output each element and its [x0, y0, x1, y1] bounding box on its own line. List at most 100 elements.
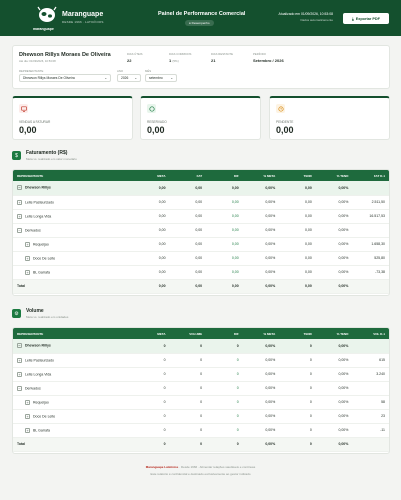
- expand-icon[interactable]: +: [17, 199, 22, 205]
- expand-icon[interactable]: +: [17, 371, 22, 377]
- row-label: BL Garrafa: [33, 427, 50, 432]
- faturamento-col-header: % TEND: [315, 170, 353, 181]
- table-cell: 0: [133, 395, 170, 410]
- row-label: BL Garrafa: [33, 269, 50, 274]
- table-cell: 0,00%: [315, 409, 353, 424]
- table-cell: 0: [169, 353, 207, 368]
- table-cell: 0: [169, 423, 207, 438]
- expand-icon[interactable]: +: [25, 241, 30, 247]
- table-row[interactable]: − Derivados 0 0 0 0,00% 0 0,00%: [13, 381, 389, 396]
- table-cell: 525,80: [352, 251, 389, 266]
- table-cell: 0,00: [169, 279, 207, 294]
- table-cell: -11: [352, 423, 389, 438]
- row-label-cell: + Doce De Leite: [13, 251, 133, 266]
- row-label-cell: − Dhewson Rillys: [13, 339, 133, 354]
- export-pdf-button[interactable]: ⤓ Exportar PDF: [343, 13, 389, 24]
- row-label: Derivados: [25, 385, 41, 390]
- table-cell: 0: [133, 367, 170, 382]
- volume-icon: ⚙: [12, 309, 21, 318]
- faturamento-col-header: REPRESENTANTE: [13, 170, 133, 181]
- rep-select[interactable]: Dhewson Rillys Moraes De Oliveira ⌄: [19, 74, 111, 82]
- table-row[interactable]: + BL Garrafa 0,00 0,00 0,00 0,00% 0,00 0,00% -73…: [13, 265, 389, 280]
- table-cell: 0,00%: [315, 237, 353, 252]
- table-cell: 0: [169, 367, 207, 382]
- row-label-cell: + Leite Pasteurizado: [13, 195, 133, 210]
- row-label: Derivados: [25, 227, 41, 232]
- ano-select-value: 2026: [121, 76, 129, 80]
- table-row[interactable]: − Derivados 0,00 0,00 0,00 0,00% 0,00 0,00%: [13, 223, 389, 238]
- periodo-label: PERÍODO: [253, 52, 266, 56]
- expand-icon[interactable]: +: [25, 427, 30, 433]
- table-cell: 0,00: [206, 209, 243, 224]
- dias-corridos-label: DIAS CORRIDOS: [169, 52, 192, 56]
- table-cell: 2.511,50: [352, 195, 389, 210]
- rep-select-value: Dhewson Rillys Moraes De Oliveira: [23, 76, 75, 80]
- collapse-icon[interactable]: −: [17, 227, 22, 233]
- chevron-down-icon: ⌄: [170, 76, 173, 80]
- table-cell: 0: [169, 395, 207, 410]
- table-cell: 16.517,53: [352, 209, 389, 224]
- collapse-icon[interactable]: −: [17, 185, 22, 191]
- table-cell: 615: [352, 353, 389, 368]
- row-label: Doce De Leite: [33, 413, 56, 418]
- table-row[interactable]: + Leite Pasteurizado 0,00 0,00 0,00 0,00% 0,00…: [13, 195, 389, 210]
- collapse-icon[interactable]: −: [17, 343, 22, 349]
- table-cell: 23: [352, 409, 389, 424]
- expand-icon[interactable]: +: [17, 213, 22, 219]
- row-label-cell: + Leite Pasteurizado: [13, 353, 133, 368]
- kpi-label: PENDENTE: [276, 120, 294, 124]
- table-row[interactable]: + BL Garrafa 0 0 0 0,00% 0 0,00% -11: [13, 423, 389, 438]
- ano-select[interactable]: 2026 ⌄: [117, 74, 141, 82]
- row-label-cell: + Leite Longa Vida: [13, 367, 133, 382]
- table-row[interactable]: − Dhewson Rillys 0,00 0,00 0,00 0,00% 0,00 0,00…: [13, 181, 389, 196]
- footer-line2: Este relatório é confidencial e destinad…: [150, 472, 251, 476]
- faturamento-col-header: TEND: [279, 170, 316, 181]
- table-cell: 0,00%: [315, 251, 353, 266]
- dias-corridos-pct: (5%): [172, 59, 179, 63]
- table-row[interactable]: − Dhewson Rillys 0 0 0 0,00% 0 0,00%: [13, 339, 389, 354]
- table-cell: 0,00%: [242, 353, 280, 368]
- table-row[interactable]: + Leite Longa Vida 0,00 0,00 0,00 0,00% 0,00 0,…: [13, 209, 389, 224]
- table-cell: 0: [206, 339, 243, 354]
- volume-col-header: TEND: [279, 328, 316, 339]
- faturamento-col-header: FAT: [169, 170, 207, 181]
- mes-filter-label: MÊS: [145, 69, 152, 73]
- table-cell: 0: [279, 395, 316, 410]
- table-cell: 0,00%: [242, 339, 280, 354]
- collapse-icon[interactable]: −: [17, 385, 22, 391]
- table-cell: [352, 381, 389, 396]
- expand-icon[interactable]: +: [25, 413, 30, 419]
- expand-icon[interactable]: +: [25, 269, 30, 275]
- dias-restantes-label: DIAS RESTANTE: [211, 52, 234, 56]
- faturamento-table-card: REPRESENTANTE META FAT DIF% META TEND% TEND F…: [12, 169, 390, 296]
- table-cell: 0: [206, 437, 243, 452]
- expand-icon[interactable]: +: [25, 255, 30, 261]
- table-cell: 0,00%: [315, 209, 353, 224]
- table-cell: 0,00: [133, 251, 170, 266]
- table-cell: 0: [206, 367, 243, 382]
- table-row[interactable]: + Leite Longa Vida 0 0 0 0,00% 0 0,00% 3.240: [13, 367, 389, 382]
- table-cell: 0: [133, 381, 170, 396]
- table-cell: 0,00: [133, 279, 170, 294]
- mes-select[interactable]: setembro ⌄: [145, 74, 177, 82]
- table-row[interactable]: + Requeijao 0 0 0 0,00% 0 0,00% 58: [13, 395, 389, 410]
- rep-date: Até dia: 01/09/2026, 10:53:08: [19, 59, 56, 63]
- volume-col-header: DIF: [206, 328, 243, 339]
- table-cell: 0,00%: [315, 265, 353, 280]
- expand-icon[interactable]: +: [25, 399, 30, 405]
- table-cell: 0,00: [206, 223, 243, 238]
- table-cell: 0,00%: [315, 381, 353, 396]
- kpi-vendas-a-faturar: VENDAS A FATURAR 0,00: [12, 96, 133, 140]
- table-row[interactable]: + Doce De Leite 0,00 0,00 0,00 0,00% 0,00 0,00%…: [13, 251, 389, 266]
- table-row[interactable]: + Leite Pasteurizado 0 0 0 0,00% 0 0,00% 615: [13, 353, 389, 368]
- table-cell: 0,00: [279, 195, 316, 210]
- table-cell: 0: [279, 437, 316, 452]
- chevron-down-icon: ⌄: [104, 76, 107, 80]
- table-cell: 0: [206, 423, 243, 438]
- expand-icon[interactable]: +: [17, 357, 22, 363]
- table-row[interactable]: + Doce De Leite 0 0 0 0,00% 0 0,00% 23: [13, 409, 389, 424]
- brand-name: Maranguape: [62, 11, 104, 18]
- rep-name: Dhewson Rillys Moraes De Oliveira: [19, 52, 111, 58]
- table-row[interactable]: + Requeijao 0,00 0,00 0,00 0,00% 0,00 0,00% 1.65…: [13, 237, 389, 252]
- faturamento-col-header: % META: [242, 170, 280, 181]
